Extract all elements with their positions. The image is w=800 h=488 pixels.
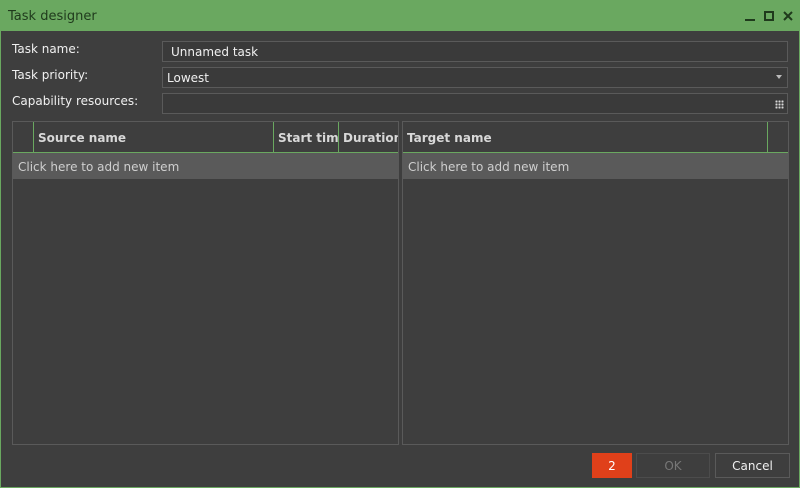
chevron-down-icon[interactable]: [776, 75, 782, 79]
close-icon[interactable]: [778, 6, 798, 26]
capability-resources-input[interactable]: [162, 93, 788, 114]
error-count-badge[interactable]: 2: [592, 453, 632, 478]
window-title: Task designer: [8, 9, 97, 24]
column-extra: [768, 122, 788, 152]
task-priority-select[interactable]: Lowest: [162, 67, 788, 88]
task-designer-window: Task designer Task name: Unnamed task Ta…: [0, 0, 800, 488]
column-source-name[interactable]: Source name: [34, 122, 274, 152]
source-grid: Source name Start time Duration Click he…: [12, 121, 399, 445]
task-name-input[interactable]: Unnamed task: [162, 41, 788, 62]
column-start-time[interactable]: Start time: [274, 122, 339, 152]
source-grid-header: Source name Start time Duration: [13, 122, 398, 153]
column-target-name[interactable]: Target name: [403, 122, 768, 152]
column-duration[interactable]: Duration: [339, 122, 398, 152]
target-grid-header: Target name: [403, 122, 788, 153]
cancel-button[interactable]: Cancel: [715, 453, 790, 478]
task-priority-label: Task priority:: [12, 68, 89, 82]
ok-button[interactable]: OK: [636, 453, 710, 478]
task-name-label: Task name:: [12, 42, 80, 56]
target-grid: Target name Click here to add new item: [402, 121, 789, 445]
minimize-icon[interactable]: [740, 6, 760, 26]
title-bar[interactable]: Task designer: [1, 1, 799, 31]
target-add-new-item-row[interactable]: Click here to add new item: [403, 153, 788, 179]
task-name-value: Unnamed task: [171, 45, 259, 59]
row-indicator-header: [13, 122, 34, 152]
capability-resources-label: Capability resources:: [12, 94, 139, 108]
maximize-icon[interactable]: [759, 6, 779, 26]
task-priority-value: Lowest: [167, 71, 209, 85]
source-add-new-item-row[interactable]: Click here to add new item: [13, 153, 398, 179]
grid-picker-icon[interactable]: [775, 100, 784, 109]
